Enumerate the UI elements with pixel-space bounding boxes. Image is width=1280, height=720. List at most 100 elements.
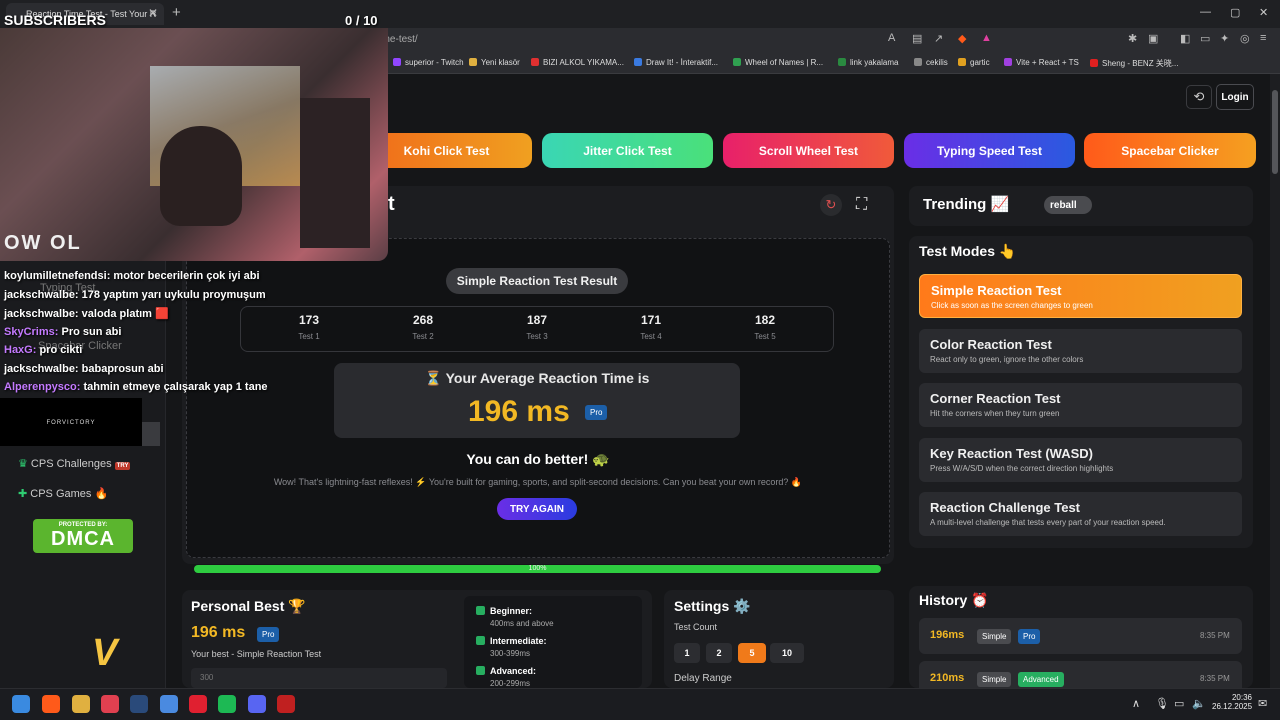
volume-icon[interactable]: 🔈 — [1192, 697, 1206, 710]
test-mode-title: Color Reaction Test — [930, 336, 1052, 352]
chat-username: SkyCrims: — [4, 325, 59, 338]
test-mode-description: Hit the corners when they turn green — [930, 409, 1060, 418]
bookmark-item[interactable]: link yakalama — [838, 58, 898, 67]
mic-icon[interactable]: 🎙 — [1155, 697, 1169, 710]
try-again-button[interactable]: TRY AGAIN — [497, 498, 577, 520]
steam-icon[interactable] — [130, 695, 148, 713]
test-button[interactable]: Spacebar Clicker — [1084, 133, 1256, 168]
file-explorer-icon[interactable] — [72, 695, 90, 713]
bookmark-item[interactable]: Draw It! - İnteraktif... — [634, 58, 718, 67]
test-mode-description: React only to green, ignore the other co… — [930, 354, 1084, 364]
bookmark-label: link yakalama — [850, 58, 899, 67]
brave-taskbar-icon[interactable] — [42, 695, 60, 713]
sidebar-item-label: CPS Challenges — [30, 458, 112, 470]
reset-icon[interactable]: ↻ — [820, 194, 842, 216]
tray-chevron-icon[interactable]: ∧ — [1132, 697, 1140, 710]
sidebar-item-cps-games[interactable]: ✚ CPS Games 🔥 — [18, 487, 108, 500]
reader-icon[interactable]: ▤ — [912, 32, 922, 45]
personal-best-value: 196 ms — [191, 624, 246, 641]
brave-shield-icon[interactable]: ◆ — [958, 32, 966, 45]
test-count-option[interactable]: 10 — [770, 643, 804, 663]
chat-username: HaxG: — [4, 344, 37, 356]
trial-label: Test 2 — [412, 332, 434, 341]
test-count-option[interactable]: 5 — [738, 643, 766, 663]
start-icon[interactable] — [12, 695, 30, 713]
translate-icon[interactable]: A — [888, 32, 895, 44]
bookmark-label: Wheel of Names | R... — [745, 58, 824, 67]
test-button[interactable]: Jitter Click Test — [542, 133, 713, 168]
check-icon — [476, 666, 485, 675]
test-button[interactable]: Typing Speed Test — [904, 133, 1075, 168]
extensions-icon[interactable]: ✱ — [1128, 32, 1137, 45]
test-mode-4[interactable]: Key Reaction Test (WASD) Press W/A/S/D wh… — [919, 437, 1242, 482]
discord-icon[interactable] — [248, 695, 266, 713]
test-mode-2[interactable]: Color Reaction Test React only to green, … — [919, 328, 1242, 373]
network-icon[interactable]: ▭ — [1174, 697, 1184, 710]
chat-username: jackschwalbe: — [4, 288, 79, 301]
app3-icon[interactable] — [277, 695, 295, 713]
trial-label: Test 1 — [298, 332, 320, 341]
sidebar-item-cps-challenges[interactable]: ♛ CPS Challenges TRY — [18, 457, 131, 470]
bookmark-item[interactable]: Sheng - BENZ 关晓... — [1090, 58, 1178, 69]
clock-date: 26.12.2025 — [1212, 702, 1253, 711]
trending-pill[interactable]: reball — [1044, 196, 1092, 214]
chat-message: jackschwalbe: 178 yaptım yarı uykulu pro… — [4, 289, 266, 301]
vpn-icon[interactable]: ◎ — [1240, 32, 1250, 45]
screenshot-icon[interactable]: ▣ — [1148, 32, 1158, 45]
bookmark-favicon-icon — [1090, 59, 1098, 67]
history-value: 196ms — [930, 629, 965, 641]
chat-text: motor becerilerin çok iyi abi — [113, 270, 260, 282]
bookmark-item[interactable]: Vite + React + TS — [1004, 58, 1079, 67]
bookmark-label: superior - Twitch — [405, 58, 464, 67]
bookmark-item[interactable]: BIZI ALKOL YIKAMA... — [531, 58, 624, 67]
dmca-badge[interactable]: PROTECTED BY: DMCA — [33, 519, 133, 553]
menu-icon[interactable]: ≡ — [1260, 32, 1266, 44]
wallet-icon[interactable]: ▭ — [1200, 32, 1210, 45]
bookmark-favicon-icon — [634, 58, 642, 66]
fullscreen-icon[interactable]: ⛶ — [856, 196, 867, 214]
close-tab-icon[interactable]: ✕ — [148, 6, 158, 20]
test-mode-3[interactable]: Corner Reaction Test Hit the corners when… — [919, 383, 1242, 427]
test-mode-title: Reaction Challenge Test — [930, 500, 1081, 515]
bookmark-label: gartic — [970, 58, 990, 67]
level-range: 200-299ms — [490, 679, 531, 688]
bookmark-item[interactable]: Yeni klasör — [469, 58, 520, 67]
bookmark-item[interactable]: Wheel of Names | R... — [733, 58, 823, 67]
new-tab-icon[interactable]: + — [172, 4, 181, 21]
brave-rewards-icon[interactable]: ▲ — [981, 32, 992, 44]
spotify-icon[interactable] — [218, 695, 236, 713]
maximize-icon[interactable]: ▢ — [1230, 6, 1240, 19]
chat-message: jackschwalbe: valoda platım 🟥 — [4, 307, 169, 320]
test-button[interactable]: Scroll Wheel Test — [723, 133, 894, 168]
history-level-tag: Pro — [1018, 629, 1041, 644]
sidebar-selection-marker — [142, 422, 160, 446]
trial-result: 173 Test 1 — [279, 313, 339, 341]
trial-label: Test 4 — [640, 332, 662, 341]
close-window-icon[interactable]: ✕ — [1259, 6, 1268, 19]
login-button[interactable]: Login — [1216, 84, 1254, 110]
bookmark-item[interactable]: superior - Twitch — [393, 58, 464, 67]
level-name: Intermediate: — [476, 636, 547, 646]
dmca-main: DMCA — [51, 528, 115, 550]
test-mode-1[interactable]: Simple Reaction Test Click as soon as the… — [919, 274, 1242, 318]
test-count-option[interactable]: 2 — [706, 643, 732, 663]
test-count-option[interactable]: 1 — [674, 643, 700, 663]
clock[interactable]: 20:36 26.12.2025 — [1212, 693, 1252, 711]
app-icon[interactable] — [160, 695, 178, 713]
history-row[interactable] — [919, 618, 1242, 654]
bookmark-item[interactable]: gartic — [958, 58, 990, 67]
sidebar-toggle-icon[interactable]: ◧ — [1180, 32, 1190, 45]
leo-ai-icon[interactable]: ✦ — [1220, 32, 1229, 45]
minimize-icon[interactable]: — — [1200, 6, 1211, 18]
trial-result: 182 Test 5 — [735, 313, 795, 341]
valorant-icon[interactable] — [101, 695, 119, 713]
level-range: 300-399ms — [490, 649, 531, 658]
app2-icon[interactable] — [189, 695, 207, 713]
personal-best-badge: Pro — [257, 627, 280, 642]
bookmark-item[interactable]: cekilis — [914, 58, 948, 67]
notification-icon[interactable]: ✉ — [1258, 697, 1267, 710]
history-icon[interactable]: ⟲ — [1186, 85, 1212, 109]
scrollbar-thumb[interactable] — [1272, 90, 1278, 174]
share-icon[interactable]: ↗ — [934, 32, 943, 45]
test-mode-5[interactable]: Reaction Challenge Test A multi-level cha… — [919, 492, 1242, 536]
